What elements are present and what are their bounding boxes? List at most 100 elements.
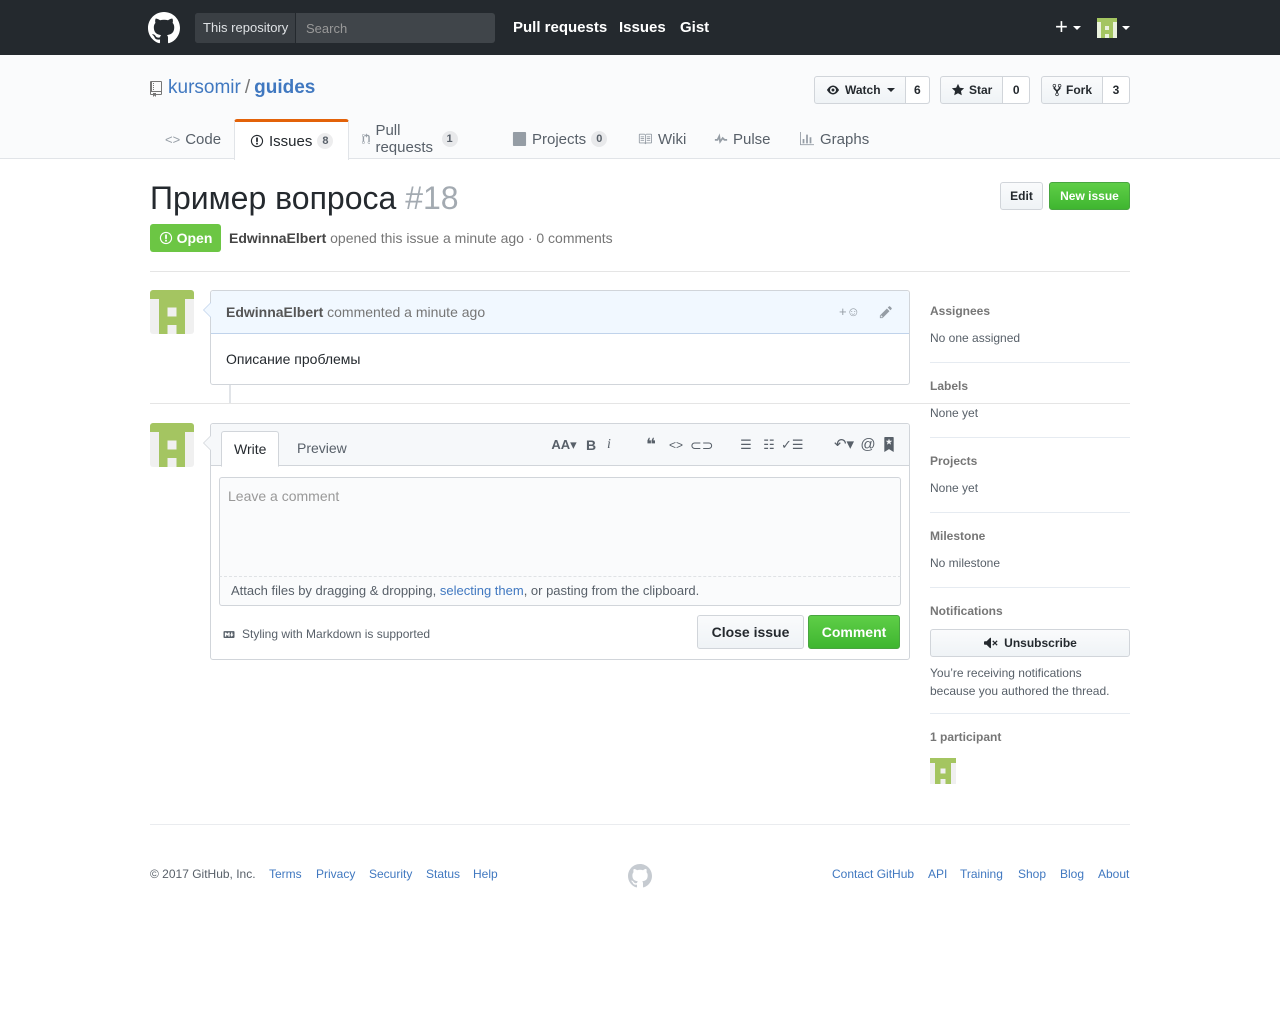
avatar-chevron-down-icon[interactable] bbox=[1122, 26, 1130, 30]
sidebar-divider bbox=[930, 512, 1130, 513]
sidebar-milestone-heading[interactable]: Milestone bbox=[930, 529, 985, 543]
footer-link-blog[interactable]: Blog bbox=[1060, 867, 1084, 881]
footer-link-help[interactable]: Help bbox=[473, 867, 498, 881]
sidebar-divider bbox=[930, 713, 1130, 714]
footer-link-privacy[interactable]: Privacy bbox=[316, 867, 355, 881]
tab-pulse-label: Pulse bbox=[733, 130, 771, 148]
search-input[interactable] bbox=[297, 13, 495, 43]
tab-code-label: Code bbox=[185, 130, 222, 148]
user-avatar[interactable] bbox=[1097, 18, 1117, 38]
star-button[interactable]: Star bbox=[941, 77, 1004, 103]
current-user-avatar[interactable] bbox=[150, 423, 194, 467]
graph-icon bbox=[800, 132, 814, 146]
comment-author-link[interactable]: EdwinnaElbert bbox=[226, 304, 323, 320]
eye-icon bbox=[827, 85, 839, 95]
link-icon[interactable]: ⊂⊃ bbox=[690, 436, 713, 454]
watch-button[interactable]: Watch bbox=[815, 77, 906, 103]
bold-icon[interactable]: B bbox=[582, 436, 600, 454]
repo-name-link[interactable]: guides bbox=[254, 77, 315, 98]
sidebar-labels-heading[interactable]: Labels bbox=[930, 379, 968, 393]
comment-body: Описание проблемы bbox=[226, 351, 361, 367]
code-icon[interactable]: <> bbox=[667, 436, 685, 454]
footer-link-about[interactable]: About bbox=[1098, 867, 1129, 881]
tab-issues[interactable]: Issues 8 bbox=[234, 119, 350, 160]
tab-projects[interactable]: Projects 0 bbox=[497, 119, 622, 159]
issue-title: Пример вопроса #18 bbox=[150, 178, 459, 218]
issue-state-badge: Open bbox=[150, 224, 221, 252]
fork-count[interactable]: 3 bbox=[1103, 77, 1129, 103]
tab-pulse[interactable]: Pulse bbox=[699, 119, 786, 159]
tab-wiki-label: Wiki bbox=[658, 130, 687, 148]
footer-link-contact[interactable]: Contact GitHub bbox=[832, 867, 914, 881]
quote-icon[interactable]: ❝ bbox=[642, 436, 660, 454]
tab-wiki[interactable]: Wiki bbox=[622, 119, 701, 159]
issue-author-link[interactable]: EdwinnaElbert bbox=[229, 230, 326, 246]
fork-button[interactable]: Fork bbox=[1042, 77, 1104, 103]
book-icon bbox=[638, 133, 652, 145]
italic-icon[interactable]: i bbox=[600, 436, 618, 454]
add-reaction-icon[interactable]: +☺ bbox=[839, 291, 860, 333]
close-issue-button[interactable]: Close issue bbox=[697, 615, 804, 649]
attach-suffix: , or pasting from the clipboard. bbox=[523, 583, 700, 598]
sidebar-assignees-value: No one assigned bbox=[930, 331, 1021, 345]
footer-link-api[interactable]: API bbox=[928, 867, 947, 881]
sidebar-projects-heading[interactable]: Projects bbox=[930, 454, 977, 468]
participant-avatar[interactable] bbox=[930, 758, 956, 784]
sidebar-labels-value: None yet bbox=[930, 406, 979, 420]
header-nav-issues[interactable]: Issues bbox=[619, 19, 666, 37]
sidebar-divider bbox=[930, 587, 1130, 588]
header-nav-gist[interactable]: Gist bbox=[680, 19, 709, 37]
task-list-icon[interactable]: ✓☰ bbox=[781, 436, 804, 454]
reply-icon[interactable]: ↶▾ bbox=[831, 436, 857, 454]
unordered-list-icon[interactable]: ☰ bbox=[737, 436, 755, 454]
repo-owner-link[interactable]: kursomir bbox=[168, 77, 241, 98]
unsubscribe-button[interactable]: Unsubscribe bbox=[930, 629, 1130, 657]
fork-label: Fork bbox=[1066, 83, 1093, 97]
footer-link-shop[interactable]: Shop bbox=[1018, 867, 1046, 881]
repo-name: guides bbox=[254, 77, 316, 98]
new-issue-button[interactable]: New issue bbox=[1049, 182, 1130, 210]
header-nav-pull-requests[interactable]: Pull requests bbox=[513, 19, 607, 37]
tab-preview[interactable]: Preview bbox=[285, 431, 359, 467]
ordered-list-icon[interactable]: ☷ bbox=[760, 436, 778, 454]
search-scope-label[interactable]: This repository bbox=[195, 13, 296, 43]
markdown-note-text: Styling with Markdown is supported bbox=[242, 627, 431, 641]
sidebar-notifications-heading: Notifications bbox=[930, 604, 1003, 618]
markdown-support-note[interactable]: Styling with Markdown is supported bbox=[221, 627, 430, 641]
comment-author-avatar[interactable] bbox=[150, 290, 194, 334]
edit-button[interactable]: Edit bbox=[1000, 182, 1043, 210]
github-mark-icon[interactable] bbox=[628, 864, 652, 888]
pencil-icon[interactable] bbox=[879, 305, 893, 319]
tab-pull-requests[interactable]: Pull requests 1 bbox=[347, 119, 473, 159]
footer-link-security[interactable]: Security bbox=[369, 867, 412, 881]
bookmark-icon[interactable] bbox=[884, 437, 894, 452]
sidebar-assignees-heading[interactable]: Assignees bbox=[930, 304, 990, 318]
tab-graphs[interactable]: Graphs bbox=[784, 119, 884, 159]
comment-button[interactable]: Comment bbox=[808, 615, 900, 649]
plus-icon[interactable]: + bbox=[1055, 16, 1068, 38]
footer-link-status[interactable]: Status bbox=[426, 867, 460, 881]
select-files-link[interactable]: selecting them bbox=[440, 583, 524, 598]
comment-textarea[interactable] bbox=[219, 477, 901, 577]
issue-number: #18 bbox=[405, 180, 459, 216]
footer-link-training[interactable]: Training bbox=[960, 867, 1003, 881]
github-logo-icon[interactable] bbox=[148, 12, 180, 44]
new-comment-form: Write Preview AA▾ B i ❝ <> ⊂⊃ ☰ ☷ ✓☰ ↶▾ … bbox=[203, 423, 910, 660]
site-footer: © 2017 GitHub, Inc. Terms Privacy Securi… bbox=[150, 824, 1130, 924]
watch-count[interactable]: 6 bbox=[905, 77, 929, 103]
text-size-icon[interactable]: AA▾ bbox=[551, 436, 577, 454]
star-count[interactable]: 0 bbox=[1003, 77, 1029, 103]
issue-opened-icon bbox=[250, 134, 264, 148]
issues-count: 8 bbox=[317, 133, 334, 149]
code-icon: <> bbox=[165, 131, 181, 147]
tab-code[interactable]: <> Code bbox=[150, 119, 236, 159]
pulse-icon bbox=[714, 133, 728, 144]
chevron-down-icon[interactable] bbox=[1073, 26, 1081, 30]
tab-write[interactable]: Write bbox=[221, 431, 280, 467]
footer-copyright: © 2017 GitHub, Inc. bbox=[150, 867, 256, 881]
composer-header: Write Preview AA▾ B i ❝ <> ⊂⊃ ☰ ☷ ✓☰ ↶▾ … bbox=[211, 424, 909, 467]
projects-count: 0 bbox=[591, 131, 608, 147]
mention-icon[interactable]: @ bbox=[859, 436, 877, 454]
footer-link-terms[interactable]: Terms bbox=[269, 867, 302, 881]
markdown-icon bbox=[223, 630, 235, 638]
